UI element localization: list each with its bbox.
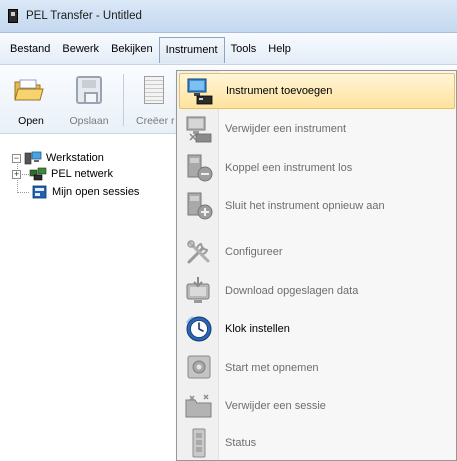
open-label: Open (18, 115, 44, 127)
tools-icon (187, 240, 210, 264)
tree-item-mijn-open-sessies[interactable]: Mijn open sessies (30, 183, 139, 201)
open-button[interactable]: Open (4, 72, 58, 128)
create-button[interactable]: Creëer r (128, 72, 182, 128)
tree-item-pel-netwerk[interactable]: + PEL netwerk (12, 165, 113, 183)
download-icon (186, 277, 210, 303)
menu-bar: Bestand Bewerk Bekijken Instrument Tools… (0, 33, 457, 65)
remove-instrument-icon (186, 116, 212, 143)
menu-item-koppel-instrument-los[interactable]: Koppel een instrument los (179, 150, 455, 186)
tree-label-mijn-open-sessies: Mijn open sessies (52, 186, 140, 198)
tree-label-pel-netwerk: PEL netwerk (51, 168, 113, 180)
menu-item-klok-instellen[interactable]: Klok instellen (179, 311, 455, 347)
status-icon (192, 428, 206, 458)
instrument-menu: Instrument toevoegen Verwijder een instr… (176, 70, 457, 461)
menu-item-sluit-instrument-opnieuw-aan[interactable]: Sluit het instrument opnieuw aan (179, 188, 455, 224)
menu-item-verwijder-sessie[interactable]: Verwijder een sessie (179, 388, 455, 424)
session-icon (32, 185, 47, 199)
tree-label-werkstation: Werkstation (46, 152, 104, 164)
menu-label-koppel-instrument-los: Koppel een instrument los (225, 162, 353, 174)
menu-label-verwijder-instrument: Verwijder een instrument (225, 123, 347, 135)
workstation-icon (24, 151, 42, 165)
menu-item-download-opgeslagen-data[interactable]: Download opgeslagen data (179, 273, 455, 309)
workstation-tree: − Werkstation + PEL netwerk Mijn open se… (0, 135, 178, 461)
save-label: Opslaan (69, 115, 109, 127)
disconnect-instrument-icon (187, 154, 213, 182)
menu-item-configureer[interactable]: Configureer (179, 234, 455, 270)
record-icon (187, 355, 211, 379)
menu-item-instrument-toevoegen[interactable]: Instrument toevoegen (179, 73, 455, 109)
menu-label-start-met-opnemen: Start met opnemen (225, 362, 319, 374)
save-button[interactable]: Opslaan (62, 72, 116, 128)
document-icon (144, 76, 164, 104)
app-icon (8, 9, 18, 23)
expand-icon[interactable]: + (12, 169, 21, 179)
title-bar: PEL Transfer - Untitled (0, 0, 457, 33)
menu-label-status: Status (225, 437, 257, 449)
add-instrument-icon (187, 78, 213, 105)
menu-item-verwijder-instrument[interactable]: Verwijder een instrument (179, 111, 455, 147)
menu-tools[interactable]: Tools (225, 37, 263, 61)
menu-label-sluit-instrument-opnieuw-aan: Sluit het instrument opnieuw aan (225, 200, 385, 212)
toolbar-separator (123, 74, 124, 126)
menu-bestand[interactable]: Bestand (4, 37, 56, 61)
menu-help[interactable]: Help (262, 37, 297, 61)
menu-instrument[interactable]: Instrument (158, 36, 225, 63)
save-icon (76, 76, 102, 104)
clock-icon (186, 316, 212, 342)
menu-label-klok-instellen: Klok instellen (225, 323, 290, 335)
collapse-icon[interactable]: − (12, 153, 21, 163)
reconnect-instrument-icon (187, 192, 213, 220)
menu-item-status[interactable]: Status (179, 425, 455, 461)
window-title: PEL Transfer - Untitled (26, 10, 142, 22)
menu-item-start-met-opnemen[interactable]: Start met opnemen (179, 350, 455, 386)
menu-bekijken[interactable]: Bekijken (105, 37, 159, 61)
network-icon (29, 167, 47, 181)
menu-bewerk[interactable]: Bewerk (56, 37, 105, 61)
menu-label-verwijder-sessie: Verwijder een sessie (225, 400, 326, 412)
menu-label-configureer: Configureer (225, 246, 283, 258)
folder-open-icon (14, 79, 44, 101)
menu-label-instrument-toevoegen: Instrument toevoegen (226, 85, 333, 97)
delete-session-icon (185, 394, 212, 418)
menu-label-download-opgeslagen-data: Download opgeslagen data (225, 285, 359, 297)
